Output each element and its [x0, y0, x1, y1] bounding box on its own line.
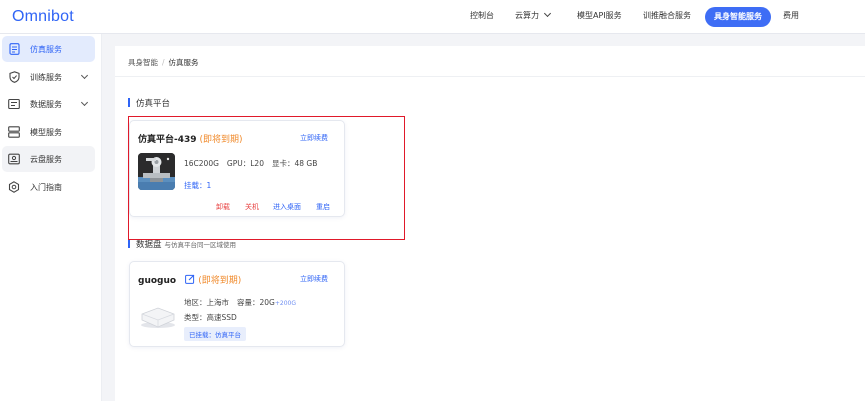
chevron-down-icon [80, 71, 89, 80]
sidebar-item-getting-started[interactable]: 入门指南 [2, 174, 95, 200]
section-title-text: 仿真平台 [136, 99, 171, 109]
sidebar-item-label: 入门指南 [30, 182, 62, 192]
section-title-text: 数据盘 [136, 240, 162, 250]
sidebar-item-label: 模型服务 [30, 127, 62, 137]
header-divider [115, 76, 865, 77]
highlight-box [128, 116, 405, 240]
disk-type: 类型：高速SSD [184, 313, 237, 322]
sidebar-item-label: 仿真服务 [30, 44, 62, 54]
disk-location-capacity: 地区：上海市 容量：20G+200G [184, 297, 304, 308]
shield-icon [8, 71, 20, 83]
gear-icon [8, 181, 20, 193]
breadcrumb-parent[interactable]: 具身智能 [128, 58, 158, 67]
sidebar-item-simulation[interactable]: 仿真服务 [2, 36, 95, 62]
section-title-simulation: 仿真平台 [128, 97, 170, 109]
nav-model-api[interactable]: 模型API服务 [577, 10, 622, 21]
section-marker [128, 98, 130, 107]
section-note: 与仿真平台同一区域使用 [164, 241, 237, 249]
chevron-down-icon [543, 9, 552, 18]
chevron-down-icon [80, 98, 89, 107]
data-icon [8, 98, 20, 110]
sidebar: 仿真服务 训练服务 数据服务 模型服务 云盘服务 入门指南 [0, 34, 102, 401]
nav-cloud-compute-label: 云算力 [515, 11, 539, 20]
edit-icon[interactable] [185, 274, 195, 287]
breadcrumb-separator: / [162, 58, 165, 67]
disk-name: guoguo (即将到期) [138, 273, 241, 287]
nav-billing[interactable]: 费用 [783, 10, 799, 21]
sidebar-item-model[interactable]: 模型服务 [2, 119, 95, 145]
top-bar: Omnibot 控制台 云算力 模型API服务 训推融合服务 具身智能服务 费用 [0, 0, 865, 34]
disk-region: 地区：上海市 [184, 298, 229, 307]
sidebar-item-data[interactable]: 数据服务 [2, 91, 95, 117]
data-disk-card: guoguo (即将到期) 立即续费 地区：上海市 容量：20G+200G 类型：… [129, 261, 345, 347]
server-icon [8, 126, 20, 138]
document-icon [8, 43, 20, 55]
sidebar-item-label: 云盘服务 [30, 154, 62, 164]
sidebar-item-training[interactable]: 训练服务 [2, 64, 95, 90]
breadcrumb-current: 仿真服务 [168, 58, 199, 67]
renew-button[interactable]: 立即续费 [300, 274, 328, 284]
sidebar-item-cloud-disk[interactable]: 云盘服务 [2, 146, 95, 172]
mounted-tag: 已挂载：仿真平台 [184, 327, 246, 341]
sidebar-item-label: 训练服务 [30, 72, 62, 82]
breadcrumb: 具身智能 / 仿真服务 [128, 57, 199, 68]
nav-cloud-compute[interactable]: 云算力 [515, 9, 552, 21]
disk-capacity-extra: +200G [274, 300, 296, 307]
cloud-disk-icon [8, 153, 20, 165]
disk-capacity: 容量：20G [237, 298, 275, 307]
sidebar-item-label: 数据服务 [30, 99, 62, 109]
nav-console[interactable]: 控制台 [470, 10, 494, 21]
disk-drive-icon [138, 302, 178, 330]
omnibot-logo[interactable]: Omnibot [12, 8, 74, 26]
nav-embodied-ai[interactable]: 具身智能服务 [705, 7, 771, 27]
nav-train-infer[interactable]: 训推融合服务 [643, 10, 691, 21]
section-marker [128, 239, 130, 248]
disk-name-text: guoguo [138, 276, 177, 286]
expiring-status: (即将到期) [198, 276, 242, 286]
